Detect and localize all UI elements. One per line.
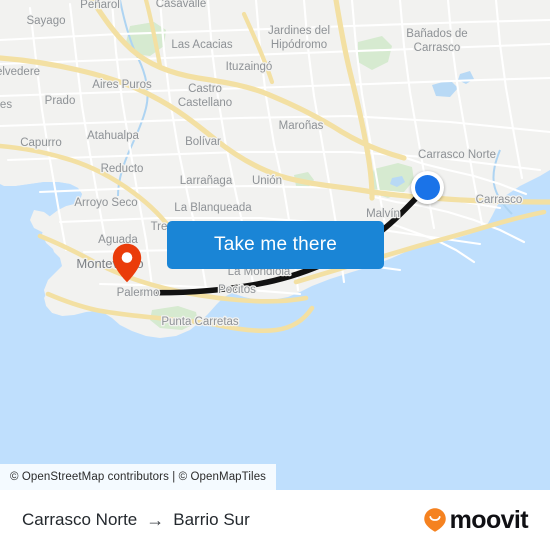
moovit-map-screenshot: Sayago Peñarol Casavalle Las Acacias Jardine… (0, 0, 550, 550)
moovit-pin-icon (423, 508, 446, 532)
origin-pin-icon (112, 243, 142, 283)
map-label: Sayago (26, 15, 65, 27)
map-label: Castellano (178, 97, 232, 109)
map-label: Jardines del (268, 25, 330, 37)
map-label: Carrasco (414, 42, 461, 54)
map-label: Punta Carretas (161, 316, 239, 328)
route-summary: Carrasco Norte → Barrio Sur (22, 510, 250, 530)
route-destination-label: Barrio Sur (173, 510, 250, 529)
map-label: Atahualpa (87, 130, 139, 142)
map-label: Bañados de (406, 28, 467, 40)
map-label: Casavalle (156, 0, 207, 10)
moovit-logo[interactable]: moovit (422, 505, 529, 534)
route-origin-label: Carrasco Norte (22, 510, 138, 529)
take-me-there-button[interactable]: Take me there (167, 221, 384, 269)
map-label: Malvín (366, 208, 400, 220)
map-label: Castro (188, 83, 222, 95)
map-label: elvedere (0, 66, 40, 78)
map-label: La Blanqueada (174, 202, 252, 214)
map-label: Aires Puros (92, 79, 152, 91)
map-label: Carrasco (476, 194, 523, 206)
map-canvas[interactable]: Sayago Peñarol Casavalle Las Acacias Jardine… (0, 0, 550, 490)
map-label: Carrasco Norte (418, 149, 496, 161)
map-label: Palermo (117, 287, 160, 299)
moovit-wordmark: moovit (449, 505, 529, 534)
map-label: Peñarol (80, 0, 120, 11)
map-label: es (0, 99, 12, 111)
map-label: Capurro (20, 137, 62, 149)
map-label: Bolívar (185, 136, 221, 148)
map-label: Reducto (101, 163, 144, 175)
map-label: Pocitos (218, 284, 256, 296)
map-label: Prado (45, 95, 76, 107)
map-label: Unión (252, 175, 282, 187)
map-label: Maroñas (279, 120, 324, 132)
destination-marker-dot (415, 175, 440, 200)
footer-bar: Carrasco Norte → Barrio Sur moovit (0, 490, 550, 550)
take-me-there-label: Take me there (214, 234, 337, 255)
map-label: Hipódromo (271, 39, 327, 51)
map-label: Ituzaingó (226, 61, 273, 73)
map-label: Arroyo Seco (74, 197, 137, 209)
map-label: Las Acacias (171, 39, 233, 51)
map-attribution-text: © OpenStreetMap contributors | © OpenMap… (10, 471, 267, 483)
map-label: Tre (151, 221, 168, 233)
map-attribution[interactable]: © OpenStreetMap contributors | © OpenMap… (0, 464, 277, 490)
destination-marker[interactable] (411, 171, 444, 204)
arrow-right-icon: → (146, 510, 165, 530)
map-label: Larrañaga (180, 175, 233, 187)
origin-marker[interactable] (112, 243, 142, 283)
